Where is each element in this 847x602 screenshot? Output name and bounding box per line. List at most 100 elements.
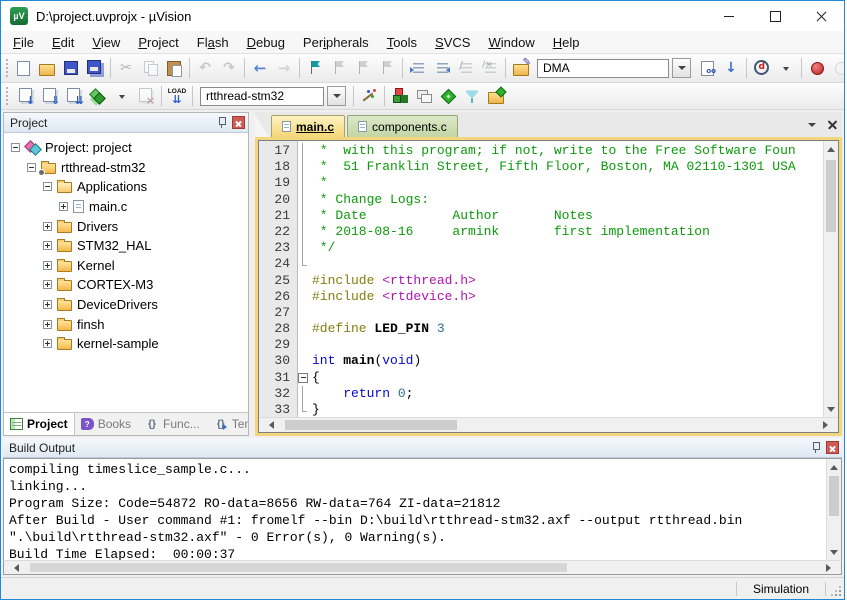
tree-item-project-project[interactable]: Project: project [4,138,248,158]
tree-expander-plus[interactable] [43,320,52,329]
code-line[interactable]: 29 [259,337,823,353]
code-line[interactable]: 31{ [259,370,823,386]
manage-runtime-environment-button[interactable] [388,84,412,108]
menu-flash[interactable]: Flash [188,33,238,52]
new-file-button[interactable] [11,56,35,80]
scroll-left-arrow[interactable] [259,418,283,433]
menu-debug[interactable]: Debug [238,33,294,52]
tree-item-rtthread-stm32[interactable]: rtthread-stm32 [4,158,248,178]
menu-file[interactable]: File [4,33,43,52]
toolbar-grip[interactable] [6,87,11,105]
code-line[interactable]: 21 * Date Author Notes [259,208,823,224]
code-line[interactable]: 32 return 0; [259,386,823,402]
select-software-packs-button[interactable] [460,84,484,108]
scrollbar-thumb[interactable] [826,160,836,232]
rebuild-all-button[interactable] [62,84,86,108]
tree-expander-plus[interactable] [43,222,52,231]
translate-file-button[interactable] [14,84,38,108]
tree-expander-minus[interactable] [11,143,20,152]
editor-tab-main-c[interactable]: main.c [271,115,345,137]
scrollbar-thumb[interactable] [285,420,457,430]
paste-button[interactable] [162,56,186,80]
code-line[interactable]: 27 [259,305,823,321]
tree-expander-plus[interactable] [43,300,52,309]
build-output-close-button[interactable] [826,441,839,454]
tree-item-finsh[interactable]: finsh [4,314,248,334]
code-line[interactable]: 17 * with this program; if not, write to… [259,143,823,159]
menu-project[interactable]: Project [129,33,187,52]
build-output-text[interactable]: compiling timeslice_sample.c...linking..… [4,459,826,560]
code-line[interactable]: 18 * 51 Franklin Street, Fifth Floor, Bo… [259,159,823,175]
code-line[interactable]: 30int main(void) [259,353,823,369]
resize-grip[interactable] [826,578,844,599]
options-for-target-button[interactable] [357,84,381,108]
pin-icon[interactable] [215,116,229,130]
tree-item-stm32-hal[interactable]: STM32_HAL [4,236,248,256]
manage-books-button[interactable] [484,84,508,108]
scroll-up-arrow[interactable] [824,141,838,156]
tree-expander-minus[interactable] [27,163,36,172]
navigate-back-button[interactable] [248,56,272,80]
panel-tab-temp[interactable]: Temp... [208,413,248,435]
tree-item-main-c[interactable]: main.c [4,197,248,217]
code-line[interactable]: 23 */ [259,240,823,256]
tree-item-applications[interactable]: Applications [4,177,248,197]
menu-edit[interactable]: Edit [43,33,83,52]
scrollbar-track[interactable] [28,561,817,574]
menu-peripherals[interactable]: Peripherals [294,33,378,52]
tree-expander-minus[interactable] [43,182,52,191]
indent-button[interactable] [406,56,430,80]
scroll-down-arrow[interactable] [827,545,841,560]
incremental-find-button[interactable] [719,56,743,80]
scroll-left-arrow[interactable] [4,560,28,575]
tree-expander-plus[interactable] [43,339,52,348]
tree-item-drivers[interactable]: Drivers [4,216,248,236]
close-button[interactable] [798,1,844,31]
panel-tab-func[interactable]: Func... [139,413,206,435]
minimize-button[interactable] [706,1,752,31]
code-editor[interactable]: 17 * with this program; if not, write to… [259,141,823,417]
scrollbar-thumb[interactable] [829,476,839,516]
search-input[interactable]: DMA [537,59,669,78]
scroll-right-arrow[interactable] [817,560,841,575]
panel-tab-project[interactable]: Project [4,413,75,435]
configure-search-button[interactable] [509,56,533,80]
find-in-files-button[interactable] [695,56,719,80]
unindent-button[interactable] [430,56,454,80]
code-line[interactable]: 20 * Change Logs: [259,192,823,208]
pin-icon[interactable] [809,441,823,455]
menu-view[interactable]: View [83,33,129,52]
toolbar-grip[interactable] [6,59,8,77]
editor-tab-components-c[interactable]: components.c [347,115,458,137]
scrollbar-track[interactable] [827,474,841,545]
scroll-right-arrow[interactable] [814,418,838,433]
tree-expander-plus[interactable] [43,261,52,270]
bookmark-toggle-button[interactable] [303,56,327,80]
code-line[interactable]: 22 * 2018-08-16 armink first implementat… [259,224,823,240]
code-line[interactable]: 33} [259,402,823,417]
close-document-button[interactable] [822,115,842,135]
build-button[interactable] [38,84,62,108]
target-dropdown-button[interactable] [327,86,346,106]
open-file-button[interactable] [35,56,59,80]
scroll-down-arrow[interactable] [824,402,838,417]
find-symbols-dropdown-button[interactable] [774,56,798,80]
tree-item-kernel-sample[interactable]: kernel-sample [4,334,248,354]
maximize-button[interactable] [752,1,798,31]
menu-window[interactable]: Window [479,33,543,52]
insert-breakpoint-button[interactable] [805,56,829,80]
scrollbar-thumb[interactable] [30,563,567,572]
tree-expander-plus[interactable] [59,202,68,211]
fold-marker-box[interactable] [297,370,310,386]
tree-expander-plus[interactable] [43,241,52,250]
code-line[interactable]: 19 * [259,175,823,191]
pack-installer-button[interactable] [436,84,460,108]
batch-build-button[interactable] [86,84,110,108]
panel-tab-books[interactable]: Books [75,413,137,435]
tree-expander-plus[interactable] [43,280,52,289]
batch-build-dropdown-button[interactable] [110,84,134,108]
tree-item-cortex-m3[interactable]: CORTEX-M3 [4,275,248,295]
code-line[interactable]: 24 [259,256,823,272]
project-panel-close-button[interactable] [232,116,245,129]
tree-item-kernel[interactable]: Kernel [4,256,248,276]
